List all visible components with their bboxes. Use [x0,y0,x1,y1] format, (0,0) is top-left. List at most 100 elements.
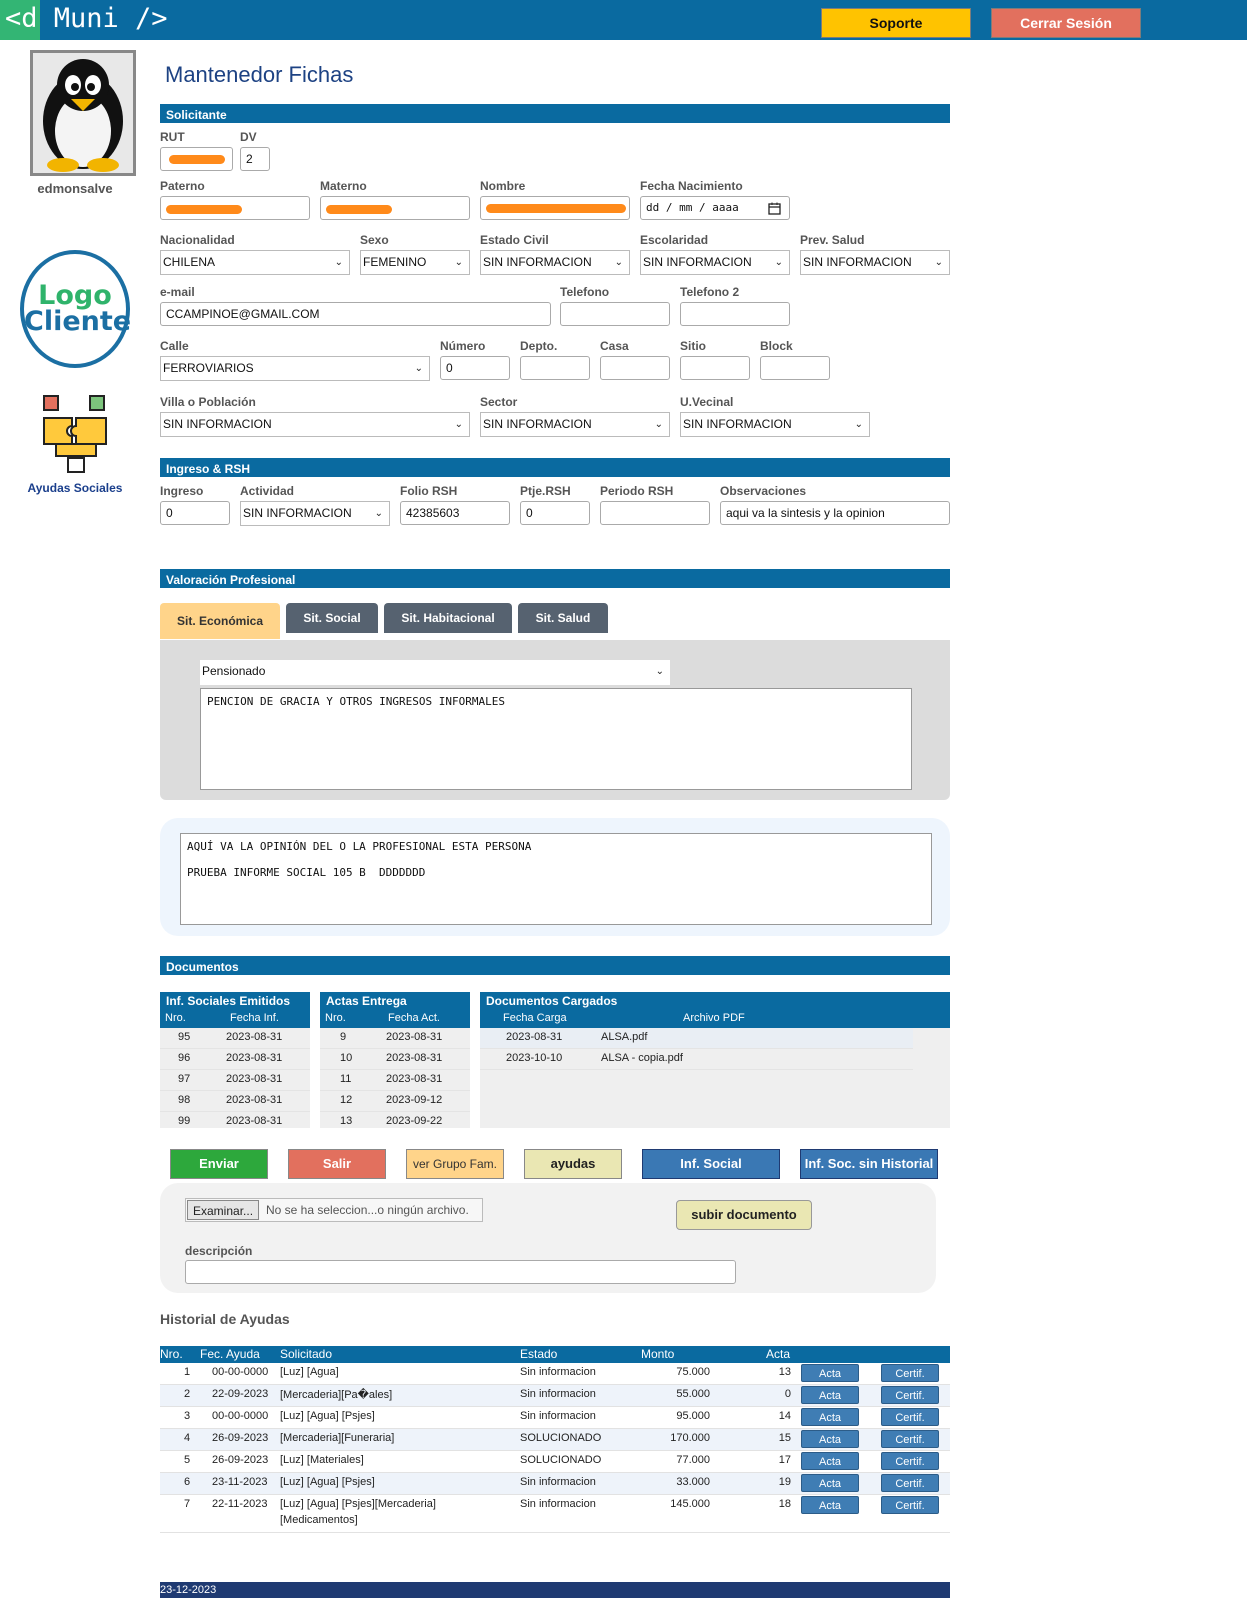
sector-select[interactable]: SIN INFORMACION ⌄ [480,412,670,437]
certif-button[interactable]: Certif. [881,1496,939,1514]
fecha-placeholder: dd / mm / aaaa [646,201,739,214]
certif-button[interactable]: Certif. [881,1452,939,1470]
depto-field[interactable] [520,356,590,380]
block-field[interactable] [760,356,830,380]
table-row[interactable]: 95 2023-08-31 [160,1028,310,1049]
table-row[interactable]: 96 2023-08-31 [160,1049,310,1070]
certif-button[interactable]: Certif. [881,1474,939,1492]
cell-acta: 15 [778,1432,791,1444]
actividad-select[interactable]: SIN INFORMACION ⌄ [240,501,390,526]
dv-field[interactable]: 2 [240,147,270,171]
nombre-field[interactable] [480,196,630,220]
file-input[interactable]: Examinar... No se ha seleccion...o ningú… [185,1198,483,1222]
table-row[interactable]: 10 2023-08-31 [320,1049,470,1070]
tab-sit-social[interactable]: Sit. Social [286,603,378,633]
enviar-button[interactable]: Enviar [170,1149,268,1179]
inf-social-button[interactable]: Inf. Social [642,1149,780,1179]
table-row[interactable]: 13 2023-09-22 [320,1112,470,1128]
table-row[interactable]: 9 2023-08-31 [320,1028,470,1049]
fecha-nacimiento-field[interactable]: dd / mm / aaaa [640,196,790,220]
acta-button[interactable]: Acta [801,1408,859,1426]
certif-button[interactable]: Certif. [881,1430,939,1448]
tab-sit-habitacional[interactable]: Sit. Habitacional [384,603,512,633]
calle-select[interactable]: FERROVIARIOS ⌄ [160,356,430,381]
table-row[interactable]: 2023-10-10 ALSA - copia.pdf [480,1049,913,1070]
app-logo[interactable]: <d Muni /> [5,3,168,34]
table-row[interactable]: 12 2023-09-12 [320,1091,470,1112]
uvecinal-select[interactable]: SIN INFORMACION ⌄ [680,412,870,437]
estado-civil-value: SIN INFORMACION [483,255,592,269]
nacionalidad-value: CHILENA [163,255,216,269]
ingreso-field[interactable]: 0 [160,501,230,525]
table-row[interactable]: 11 2023-08-31 [320,1070,470,1091]
villa-select[interactable]: SIN INFORMACION ⌄ [160,412,470,437]
table-row[interactable]: 4 26-09-2023 [Mercaderia][Funeraria] SOLUCI… [160,1429,950,1451]
logout-button[interactable]: Cerrar Sesión [991,8,1141,38]
opinion-textarea[interactable]: AQUÍ VA LA OPINIÓN DEL O LA PROFESIONAL … [180,833,932,925]
acta-button[interactable]: Acta [801,1364,859,1382]
acta-button[interactable]: Acta [801,1452,859,1470]
client-logo: Logo Cliente [20,250,131,368]
cell-solicitado: [Luz] [Materiales] [280,1454,364,1466]
acta-button[interactable]: Acta [801,1496,859,1514]
sexo-select[interactable]: FEMENINO ⌄ [360,250,470,275]
observaciones-field[interactable]: aqui va la sintesis y la opinion [720,501,950,525]
email-field[interactable]: CCAMPINOE@GMAIL.COM [160,302,551,326]
numero-field[interactable]: 0 [440,356,510,380]
inf-sin-historial-button[interactable]: Inf. Soc. sin Historial [800,1149,938,1179]
certif-button[interactable]: Certif. [881,1408,939,1426]
table-row[interactable]: 6 23-11-2023 [Luz] [Agua] [Psjes] Sin infor… [160,1473,950,1495]
escolaridad-select[interactable]: SIN INFORMACION ⌄ [640,250,790,275]
rut-field[interactable] [160,147,233,171]
table-row[interactable]: 5 26-09-2023 [Luz] [Materiales] SOLUCIONADO… [160,1451,950,1473]
redaction-mark [486,204,626,213]
sitio-field[interactable] [680,356,750,380]
folio-rsh-field[interactable]: 42385603 [400,501,510,525]
materno-field[interactable] [320,196,470,220]
descripcion-field[interactable] [185,1260,736,1284]
paterno-field[interactable] [160,196,310,220]
table-row[interactable]: 2023-08-31 ALSA.pdf [480,1028,913,1049]
table-row[interactable]: 7 22-11-2023 [Luz] [Agua] [Psjes][Mercader… [160,1495,950,1533]
prev-salud-select[interactable]: SIN INFORMACION ⌄ [800,250,950,275]
chevron-down-icon: ⌄ [334,257,343,268]
villa-label: Villa o Población [160,395,256,409]
table-row[interactable]: 98 2023-08-31 [160,1091,310,1112]
situacion-select[interactable]: Pensionado ⌄ [200,660,670,685]
tab-sit-salud[interactable]: Sit. Salud [518,603,608,633]
cell-archivo-link[interactable]: ALSA - copia.pdf [601,1052,683,1064]
certif-button[interactable]: Certif. [881,1364,939,1382]
periodo-rsh-field[interactable] [600,501,710,525]
ayudas-button[interactable]: ayudas [524,1149,622,1179]
avatar [30,50,136,176]
table-row[interactable]: 99 2023-08-31 [160,1112,310,1128]
casa-field[interactable] [600,356,670,380]
table-row[interactable]: 1 00-00-0000 [Luz] [Agua] Sin informacion 75… [160,1363,950,1385]
certif-button[interactable]: Certif. [881,1386,939,1404]
telefono2-field[interactable] [680,302,790,326]
ptje-rsh-field[interactable]: 0 [520,501,590,525]
acta-button[interactable]: Acta [801,1474,859,1492]
estado-civil-select[interactable]: SIN INFORMACION ⌄ [480,250,630,275]
cell-archivo-link[interactable]: ALSA.pdf [601,1031,647,1043]
calendar-icon[interactable] [768,202,781,215]
cell-monto: 75.000 [676,1366,710,1378]
browse-button[interactable]: Examinar... [187,1200,260,1220]
support-button[interactable]: Soporte [821,8,971,38]
acta-button[interactable]: Acta [801,1430,859,1448]
table-row[interactable]: 3 00-00-0000 [Luz] [Agua] [Psjes] Sin infor… [160,1407,950,1429]
acta-button[interactable]: Acta [801,1386,859,1404]
tab-sit-economica[interactable]: Sit. Económica [160,603,280,639]
nacionalidad-select[interactable]: CHILENA ⌄ [160,250,350,275]
cell-monto: 145.000 [670,1498,710,1510]
cell-nro: 1 [184,1366,191,1378]
subir-documento-button[interactable]: subir documento [676,1200,812,1230]
cell-fecha: 2023-08-31 [386,1073,443,1085]
salir-button[interactable]: Salir [288,1149,386,1179]
historial-header: Nro. Fec. Ayuda Solicitado Estado Monto … [160,1346,950,1363]
economica-textarea[interactable]: PENCION DE GRACIA Y OTROS INGRESOS INFOR… [200,688,912,790]
telefono-field[interactable] [560,302,670,326]
table-row[interactable]: 2 22-09-2023 [Mercaderia][Pa�ales] Sin info… [160,1385,950,1407]
table-row[interactable]: 97 2023-08-31 [160,1070,310,1091]
grupo-familiar-button[interactable]: ver Grupo Fam. [406,1149,504,1179]
